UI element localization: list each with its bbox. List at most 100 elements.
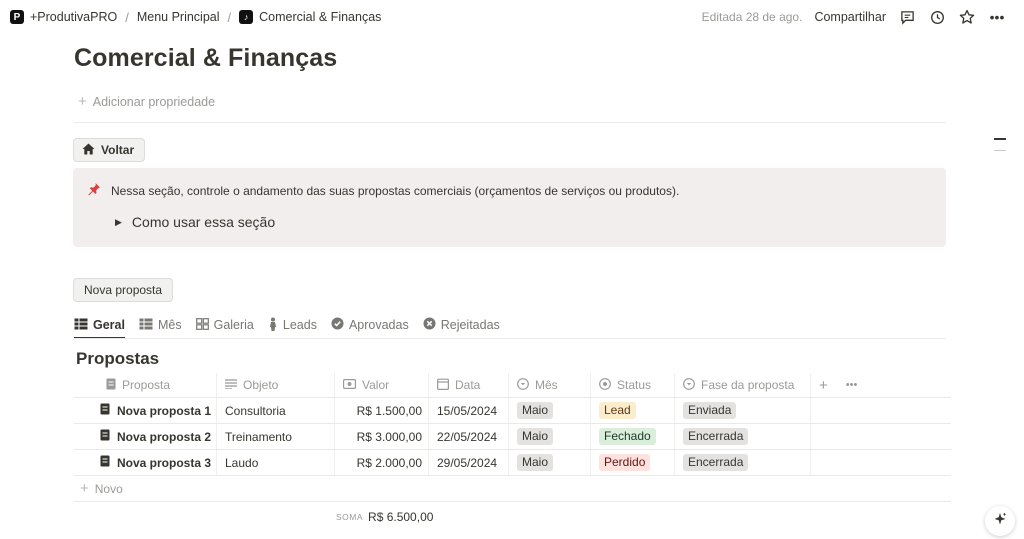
cell-valor[interactable]: R$ 3.000,00 [335, 424, 429, 449]
tab-aprovadas[interactable]: Aprovadas [331, 312, 409, 338]
view-tabs: Geral Mês Galeria Leads Aprovadas Rejeit… [74, 312, 500, 339]
cell-data[interactable]: 29/05/2024 [429, 450, 509, 475]
cell-mes[interactable]: Maio [509, 450, 591, 475]
workspace-logo-icon: P [10, 10, 24, 24]
breadcrumb-separator: / [227, 9, 232, 25]
tab-rejeitadas[interactable]: Rejeitadas [423, 312, 500, 338]
cell-proposta[interactable]: Nova proposta 2 [74, 424, 217, 449]
check-circle-icon [331, 317, 344, 333]
divider [74, 122, 946, 123]
column-label: Data [455, 378, 481, 392]
cell-empty [811, 450, 951, 475]
more-options-icon[interactable]: ••• [988, 8, 1006, 26]
more-options-icon[interactable]: ••• [846, 379, 858, 391]
table-header: Proposta Objeto Valor Data Mês Status Fa… [74, 373, 951, 398]
share-button[interactable]: Compartilhar [814, 10, 886, 24]
sum-footer[interactable]: SOMA R$ 6.500,00 [336, 510, 433, 524]
plus-icon: + [78, 93, 87, 110]
ai-assistant-button[interactable] [985, 506, 1015, 536]
new-proposal-button[interactable]: Nova proposta [73, 278, 174, 302]
music-note-icon: ♪ [239, 10, 254, 24]
cell-fase[interactable]: Encerrada [675, 424, 811, 449]
cell-status[interactable]: Perdido [591, 450, 675, 475]
status-tag: Fechado [599, 428, 656, 445]
toggle-triangle-icon[interactable]: ▶ [115, 217, 122, 228]
cell-valor[interactable]: R$ 1.500,00 [335, 398, 429, 423]
database-title[interactable]: Propostas [76, 349, 159, 369]
phase-tag: Encerrada [683, 428, 749, 445]
new-row-label: Novo [94, 481, 123, 496]
outline-marker[interactable] [994, 138, 1006, 140]
column-label: Objeto [243, 378, 279, 392]
tabs-divider [74, 338, 946, 339]
cell-proposta[interactable]: Nova proposta 1 [74, 398, 217, 423]
column-header-data[interactable]: Data [429, 373, 509, 397]
status-icon [599, 377, 611, 393]
column-header-mes[interactable]: Mês [509, 373, 591, 397]
column-label: Valor [362, 378, 390, 392]
cell-fase[interactable]: Enviada [675, 398, 811, 423]
money-bill-icon [343, 378, 357, 392]
breadcrumb: P +ProdutivaPRO / Menu Principal / ♪ Com… [10, 10, 381, 25]
toggle-how-to-use[interactable]: ▶ Como usar essa seção [115, 214, 275, 230]
add-column-plus-icon[interactable]: + [819, 377, 828, 394]
table-row[interactable]: Nova proposta 1 Consultoria R$ 1.500,00 … [74, 398, 951, 424]
breadcrumb-parent[interactable]: Menu Principal [137, 10, 220, 24]
outline-marker[interactable] [994, 150, 1006, 151]
back-button-label: Voltar [101, 143, 135, 157]
column-header-fase[interactable]: Fase da proposta [675, 373, 811, 397]
table-row[interactable]: Nova proposta 2 Treinamento R$ 3.000,00 … [74, 424, 951, 450]
cell-objeto[interactable]: Consultoria [217, 398, 335, 423]
tab-geral[interactable]: Geral [74, 312, 125, 339]
cell-valor[interactable]: R$ 2.000,00 [335, 450, 429, 475]
cell-status[interactable]: Lead [591, 398, 675, 423]
favorite-star-icon[interactable] [958, 8, 976, 26]
cell-proposta[interactable]: Nova proposta 3 [74, 450, 217, 475]
breadcrumb-workspace[interactable]: +ProdutivaPRO [30, 10, 117, 24]
table-row[interactable]: Nova proposta 3 Laudo R$ 2.000,00 29/05/… [74, 450, 951, 476]
pushpin-icon [87, 182, 101, 199]
cell-objeto[interactable]: Laudo [217, 450, 335, 475]
callout-text: Nessa seção, controle o andamento das su… [111, 183, 680, 198]
column-header-valor[interactable]: Valor [335, 373, 429, 397]
top-bar: P +ProdutivaPRO / Menu Principal / ♪ Com… [0, 0, 1024, 34]
cell-status[interactable]: Fechado [591, 424, 675, 449]
cell-data[interactable]: 15/05/2024 [429, 398, 509, 423]
month-tag: Maio [517, 402, 554, 419]
cell-mes[interactable]: Maio [509, 424, 591, 449]
proposals-table: Proposta Objeto Valor Data Mês Status Fa… [74, 373, 951, 502]
comments-icon[interactable] [898, 8, 916, 26]
history-clock-icon[interactable] [928, 8, 946, 26]
cell-empty [811, 398, 951, 423]
cell-mes[interactable]: Maio [509, 398, 591, 423]
tab-leads[interactable]: Leads [268, 312, 317, 338]
column-header-status[interactable]: Status [591, 373, 675, 397]
tab-label: Geral [93, 318, 125, 332]
cell-data[interactable]: 22/05/2024 [429, 424, 509, 449]
add-property-label: Adicionar propriedade [92, 94, 216, 109]
cell-text: Nova proposta 1 [117, 403, 212, 418]
cell-fase[interactable]: Encerrada [675, 450, 811, 475]
column-label: Fase da proposta [701, 378, 795, 392]
cell-objeto[interactable]: Treinamento [217, 424, 335, 449]
month-tag: Maio [517, 428, 554, 445]
breadcrumb-current[interactable]: Comercial & Finanças [259, 10, 381, 24]
column-label: Proposta [122, 378, 171, 392]
text-lines-icon [225, 378, 237, 392]
tab-galeria[interactable]: Galeria [195, 312, 254, 338]
cell-text: Nova proposta 3 [117, 455, 212, 470]
column-header-proposta[interactable]: Proposta [74, 373, 217, 397]
column-header-objeto[interactable]: Objeto [217, 373, 335, 397]
back-button[interactable]: Voltar [73, 138, 146, 162]
sum-label: SOMA [336, 512, 364, 522]
page-doc-icon [100, 429, 110, 444]
new-row-button[interactable]: + Novo [74, 476, 951, 502]
tab-mes[interactable]: Mês [139, 312, 182, 338]
callout-block: Nessa seção, controle o andamento das su… [73, 168, 946, 247]
tab-label: Aprovadas [348, 318, 409, 332]
title-doc-icon [106, 378, 116, 393]
gallery-icon [195, 317, 209, 333]
add-property-button[interactable]: + Adicionar propriedade [78, 93, 215, 110]
table-icon [74, 318, 88, 333]
tab-label: Galeria [213, 318, 254, 332]
